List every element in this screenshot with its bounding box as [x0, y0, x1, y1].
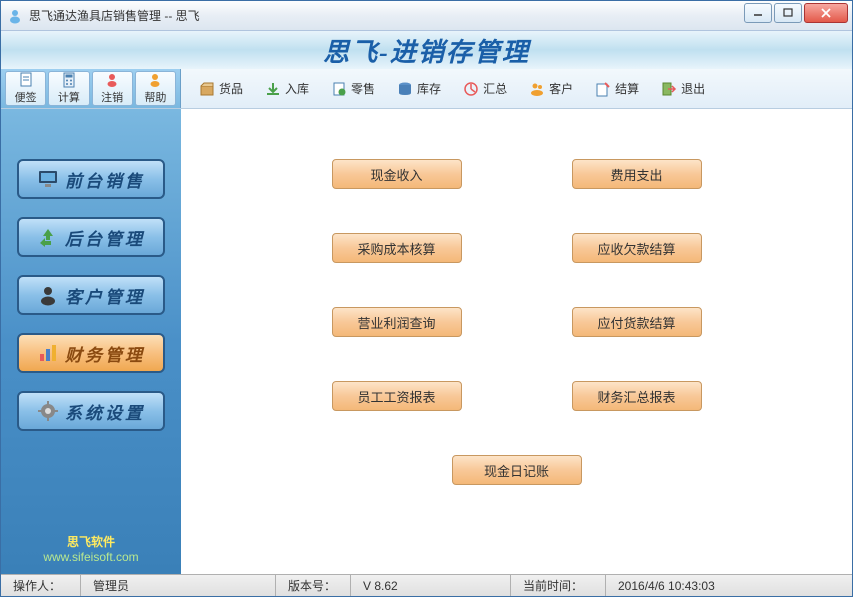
receivable-settle-button[interactable]: 应收欠款结算 [572, 233, 702, 263]
status-version: V 8.62 [351, 575, 511, 596]
status-operator-label: 操作人： [1, 575, 81, 596]
status-time: 2016/4/6 10:43:03 [606, 575, 852, 596]
settle-tool[interactable]: 结算 [585, 76, 649, 101]
gear-icon [37, 400, 59, 422]
help-tool[interactable]: 帮助 [135, 71, 176, 106]
payable-settle-button[interactable]: 应付货款结算 [572, 307, 702, 337]
salary-report-button[interactable]: 员工工资报表 [332, 381, 462, 411]
recycle-icon [37, 226, 59, 248]
maximize-button[interactable] [774, 3, 802, 23]
inventory-tool[interactable]: 库存 [387, 76, 451, 101]
software-name: 思飞软件 [43, 533, 138, 550]
expense-button[interactable]: 费用支出 [572, 159, 702, 189]
logout-tool[interactable]: 注销 [92, 71, 133, 106]
finance-summary-button[interactable]: 财务汇总报表 [572, 381, 702, 411]
status-time-label: 当前时间： [511, 575, 606, 596]
app-icon [7, 8, 23, 24]
logout-icon [104, 72, 120, 88]
summary-icon [463, 81, 479, 97]
profit-query-button[interactable]: 营业利润查询 [332, 307, 462, 337]
help-icon [147, 72, 163, 88]
content-area: 现金收入 费用支出 采购成本核算 应收欠款结算 营业利润查询 应付货款结算 员工… [181, 109, 852, 574]
nav-customer-mgmt[interactable]: 客户管理 [17, 275, 165, 315]
nav-finance-mgmt[interactable]: 财务管理 [17, 333, 165, 373]
exit-icon [661, 81, 677, 97]
body-row: 前台销售 后台管理 客户管理 财务管理 系统设置 思飞软件 www.sifeis… [1, 109, 852, 574]
retail-tool[interactable]: 零售 [321, 76, 385, 101]
titlebar: 思飞通达渔具店销售管理 -- 思飞 [1, 1, 852, 31]
inventory-icon [397, 81, 413, 97]
close-button[interactable] [804, 3, 848, 23]
app-window: 思飞通达渔具店销售管理 -- 思飞 思飞-进销存管理 便签 计算 注销 [0, 0, 853, 597]
main-toolbar: 货品 入库 零售 库存 汇总 客户 结算 退出 [181, 69, 852, 108]
person-icon [37, 284, 59, 306]
action-grid: 现金收入 费用支出 采购成本核算 应收欠款结算 营业利润查询 应付货款结算 员工… [181, 159, 852, 485]
status-operator: 管理员 [81, 575, 276, 596]
calculator-icon [61, 72, 77, 88]
nav-front-sales[interactable]: 前台销售 [17, 159, 165, 199]
customer-tool[interactable]: 客户 [519, 76, 583, 101]
app-banner: 思飞-进销存管理 [1, 31, 852, 69]
nav-back-mgmt[interactable]: 后台管理 [17, 217, 165, 257]
monitor-icon [37, 168, 59, 190]
software-url: www.sifeisoft.com [43, 550, 138, 564]
status-version-label: 版本号： [276, 575, 351, 596]
note-tool[interactable]: 便签 [5, 71, 46, 106]
stockin-tool[interactable]: 入库 [255, 76, 319, 101]
toolbar-row: 便签 计算 注销 帮助 货品 入库 零售 库存 汇总 客户 结算 退出 [1, 69, 852, 109]
statusbar: 操作人： 管理员 版本号： V 8.62 当前时间： 2016/4/6 10:4… [1, 574, 852, 596]
retail-icon [331, 81, 347, 97]
goods-tool[interactable]: 货品 [189, 76, 253, 101]
purchase-cost-button[interactable]: 采购成本核算 [332, 233, 462, 263]
window-controls [744, 3, 848, 23]
goods-icon [199, 81, 215, 97]
software-link[interactable]: 思飞软件 www.sifeisoft.com [43, 533, 138, 564]
cash-income-button[interactable]: 现金收入 [332, 159, 462, 189]
stockin-icon [265, 81, 281, 97]
window-title: 思飞通达渔具店销售管理 -- 思飞 [29, 7, 200, 24]
banner-text: 思飞-进销存管理 [323, 32, 530, 69]
note-icon [18, 72, 34, 88]
settle-icon [595, 81, 611, 97]
exit-tool[interactable]: 退出 [651, 76, 715, 101]
customer-icon [529, 81, 545, 97]
summary-tool[interactable]: 汇总 [453, 76, 517, 101]
cash-journal-button[interactable]: 现金日记账 [452, 455, 582, 485]
side-tools: 便签 计算 注销 帮助 [1, 69, 181, 108]
chart-icon [37, 342, 59, 364]
nav-system-settings[interactable]: 系统设置 [17, 391, 165, 431]
sidebar: 前台销售 后台管理 客户管理 财务管理 系统设置 思飞软件 www.sifeis… [1, 109, 181, 574]
calc-tool[interactable]: 计算 [48, 71, 89, 106]
minimize-button[interactable] [744, 3, 772, 23]
